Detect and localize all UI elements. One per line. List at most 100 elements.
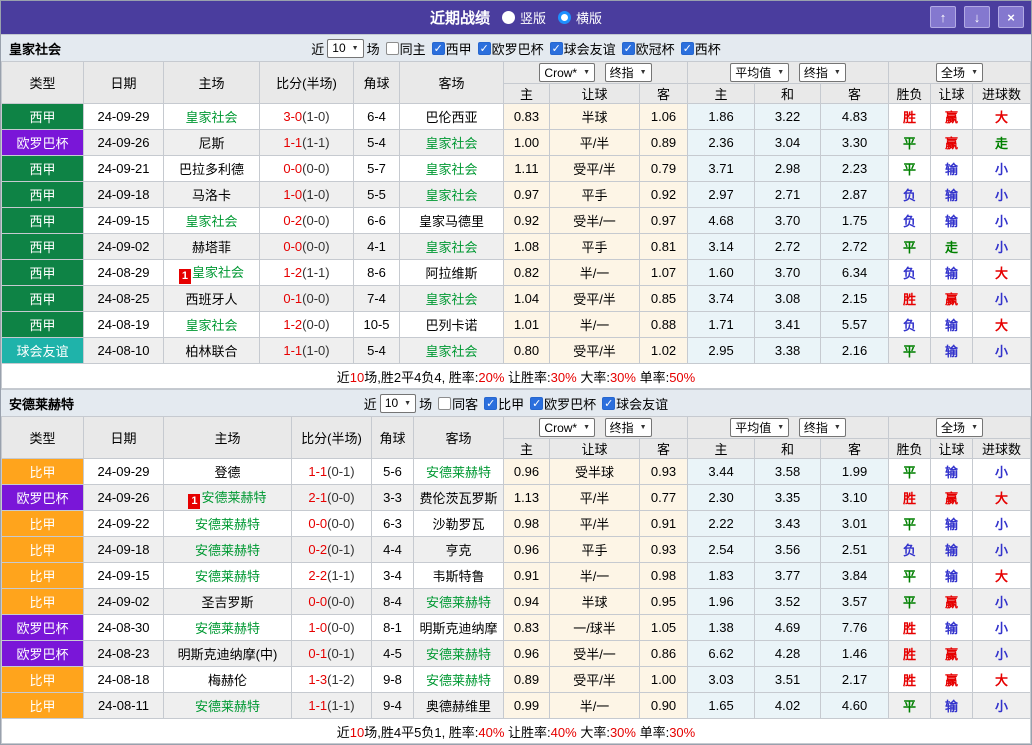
- corners-cell: 4-1: [354, 234, 400, 260]
- away-team-cell[interactable]: 皇家社会: [400, 156, 504, 182]
- bookmaker-select[interactable]: Crow*▼: [539, 418, 595, 437]
- layout-radio-vertical[interactable]: 竖版: [502, 8, 546, 27]
- bookmaker-index-select[interactable]: 终指▼: [605, 418, 652, 437]
- result-goals: 小: [973, 589, 1031, 615]
- league-filter-checkbox[interactable]: [478, 42, 491, 55]
- handicap-home-odds: 1.08: [504, 234, 550, 260]
- handicap-home-odds: 1.00: [504, 130, 550, 156]
- bookmaker-select[interactable]: Crow*▼: [539, 63, 595, 82]
- home-team-cell[interactable]: 安德莱赫特: [164, 563, 292, 589]
- average-select[interactable]: 平均值▼: [730, 418, 789, 437]
- league-badge-cell: 比甲: [2, 459, 84, 485]
- away-team-cell[interactable]: 奥德赫维里: [414, 693, 504, 719]
- same-venue-label: 同客: [452, 394, 478, 413]
- scope-select[interactable]: 全场▼: [936, 418, 983, 437]
- chevron-down-icon: ▼: [834, 69, 841, 76]
- summary-segment: 40%: [551, 725, 577, 740]
- result-goals: 大: [973, 260, 1031, 286]
- away-team-cell[interactable]: 沙勒罗瓦: [414, 511, 504, 537]
- home-team-cell[interactable]: 安德莱赫特: [164, 615, 292, 641]
- league-filter-checkbox[interactable]: [681, 42, 694, 55]
- away-team-cell[interactable]: 安德莱赫特: [414, 589, 504, 615]
- score-cell: 1-2(0-0): [260, 312, 354, 338]
- result-outcome: 胜: [889, 641, 931, 667]
- close-button[interactable]: ×: [998, 6, 1024, 28]
- league-filter-checkbox[interactable]: [530, 397, 543, 410]
- away-team-cell[interactable]: 阿拉维斯: [400, 260, 504, 286]
- home-team-cell[interactable]: 巴拉多利德: [164, 156, 260, 182]
- home-team-cell[interactable]: 皇家社会: [164, 104, 260, 130]
- league-filter-checkbox[interactable]: [484, 397, 497, 410]
- home-team-cell[interactable]: 柏林联合: [164, 338, 260, 364]
- away-team-cell[interactable]: 皇家社会: [400, 234, 504, 260]
- layout-radio-horizontal[interactable]: 横版: [558, 8, 602, 27]
- league-badge-cell: 比甲: [2, 693, 84, 719]
- average-index-select[interactable]: 终指▼: [799, 63, 846, 82]
- handicap-home-odds: 0.96: [504, 459, 550, 485]
- away-team-cell[interactable]: 皇家社会: [400, 182, 504, 208]
- result-group: 全场▼: [889, 417, 1031, 439]
- home-team-cell[interactable]: 圣吉罗斯: [164, 589, 292, 615]
- recent-count-select[interactable]: 10 ▼: [380, 394, 416, 413]
- home-team-cell[interactable]: 1安德莱赫特: [164, 485, 292, 511]
- home-team-cell[interactable]: 安德莱赫特: [164, 537, 292, 563]
- result-goals: 大: [973, 104, 1031, 130]
- home-team-cell[interactable]: 尼斯: [164, 130, 260, 156]
- home-team-cell[interactable]: 皇家社会: [164, 208, 260, 234]
- bookmaker-index-select[interactable]: 终指▼: [605, 63, 652, 82]
- away-team-cell[interactable]: 皇家马德里: [400, 208, 504, 234]
- score-cell: 0-0(0-0): [292, 589, 372, 615]
- home-team-cell[interactable]: 皇家社会: [164, 312, 260, 338]
- average-index-select[interactable]: 终指▼: [799, 418, 846, 437]
- league-filter-checkbox[interactable]: [602, 397, 615, 410]
- up-arrow-icon: ↑: [940, 10, 947, 25]
- away-team-cell[interactable]: 安德莱赫特: [414, 641, 504, 667]
- col-header-home: 主场: [164, 417, 292, 459]
- away-team-cell[interactable]: 皇家社会: [400, 286, 504, 312]
- handicap-home-odds: 0.83: [504, 104, 550, 130]
- same-venue-checkbox[interactable]: [386, 42, 399, 55]
- home-team-cell[interactable]: 梅赫伦: [164, 667, 292, 693]
- average-select[interactable]: 平均值▼: [730, 63, 789, 82]
- handicap-home-odds: 0.96: [504, 537, 550, 563]
- away-team-cell[interactable]: 巴伦西亚: [400, 104, 504, 130]
- scope-select[interactable]: 全场▼: [936, 63, 983, 82]
- move-up-button[interactable]: ↑: [930, 6, 956, 28]
- col-header-type: 类型: [2, 417, 84, 459]
- home-team-cell[interactable]: 赫塔菲: [164, 234, 260, 260]
- away-team-cell[interactable]: 皇家社会: [400, 130, 504, 156]
- result-goals: 大: [973, 312, 1031, 338]
- league-filter-checkbox[interactable]: [622, 42, 635, 55]
- away-team-cell[interactable]: 韦斯特鲁: [414, 563, 504, 589]
- away-team-cell[interactable]: 亨克: [414, 537, 504, 563]
- home-team-cell[interactable]: 马洛卡: [164, 182, 260, 208]
- move-down-button[interactable]: ↓: [964, 6, 990, 28]
- result-goals: 小: [973, 693, 1031, 719]
- same-venue-checkbox[interactable]: [438, 397, 451, 410]
- away-team-cell[interactable]: 明斯克迪纳摩: [414, 615, 504, 641]
- home-team-cell[interactable]: 1皇家社会: [164, 260, 260, 286]
- away-team-cell[interactable]: 皇家社会: [400, 338, 504, 364]
- away-team-cell[interactable]: 安德莱赫特: [414, 459, 504, 485]
- league-filter-checkbox[interactable]: [550, 42, 563, 55]
- games-label: 场: [419, 394, 432, 413]
- recent-count-select[interactable]: 10 ▼: [327, 39, 363, 58]
- avg-home-odds: 1.60: [688, 260, 755, 286]
- away-team-cell[interactable]: 费伦茨瓦罗斯: [414, 485, 504, 511]
- home-team-cell[interactable]: 安德莱赫特: [164, 511, 292, 537]
- home-team-cell[interactable]: 安德莱赫特: [164, 693, 292, 719]
- summary-segment: 30%: [551, 370, 577, 385]
- away-team-cell[interactable]: 安德莱赫特: [414, 667, 504, 693]
- chevron-down-icon: ▼: [777, 69, 784, 76]
- match-row: 西甲24-08-19皇家社会1-2(0-0)10-5巴列卡诺1.01半/一0.8…: [2, 312, 1031, 338]
- league-badge-cell: 西甲: [2, 286, 84, 312]
- handicap-home-odds: 0.91: [504, 563, 550, 589]
- league-filter-checkbox[interactable]: [432, 42, 445, 55]
- home-team-cell[interactable]: 明斯克迪纳摩(中): [164, 641, 292, 667]
- avg-draw-odds: 4.02: [755, 693, 821, 719]
- corners-cell: 8-6: [354, 260, 400, 286]
- col-header-score: 比分(半场): [260, 62, 354, 104]
- away-team-cell[interactable]: 巴列卡诺: [400, 312, 504, 338]
- home-team-cell[interactable]: 西班牙人: [164, 286, 260, 312]
- home-team-cell[interactable]: 登德: [164, 459, 292, 485]
